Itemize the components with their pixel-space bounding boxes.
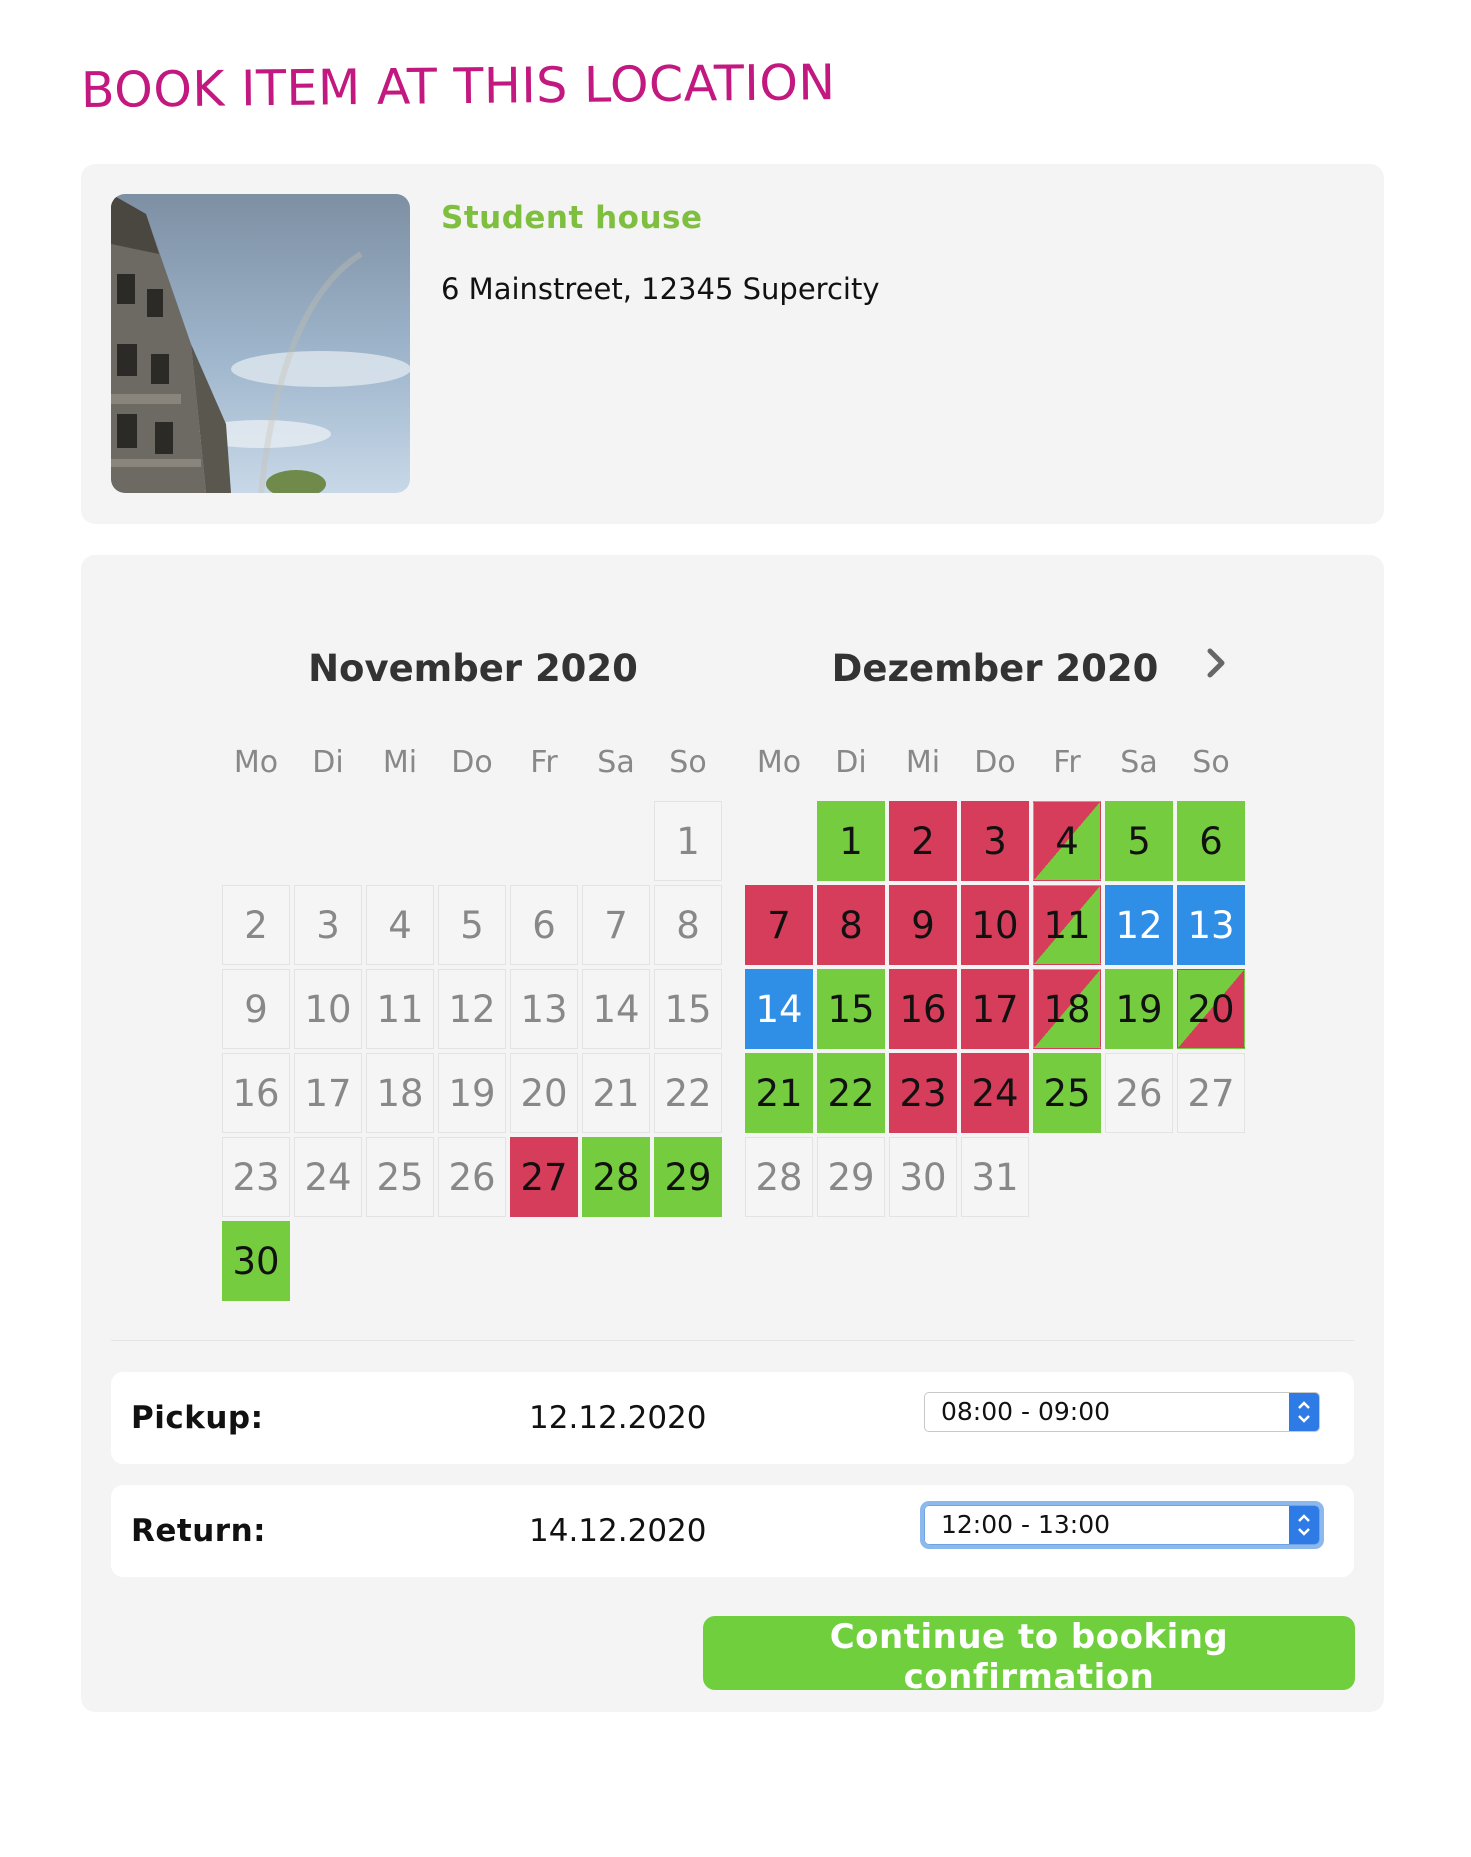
weekday-label: So [669, 745, 707, 780]
calendar-day[interactable]: 28 [582, 1137, 650, 1217]
weekday-label: So [1192, 745, 1230, 780]
month-title-november: November 2020 [308, 647, 638, 690]
calendar-day[interactable]: 20 [510, 1053, 578, 1133]
weekday-label: Fr [530, 745, 558, 780]
calendar-day[interactable]: 22 [817, 1053, 885, 1133]
calendar-day[interactable]: 28 [745, 1137, 813, 1217]
chevron-right-icon[interactable] [1196, 643, 1236, 683]
calendar-card: November 2020 Dezember 2020 Mo Di Mi Do Fr Sa… [81, 555, 1384, 1712]
calendar-day[interactable]: 19 [438, 1053, 506, 1133]
calendar-day[interactable]: 22 [654, 1053, 722, 1133]
calendar-day[interactable]: 6 [1177, 801, 1245, 881]
calendar-day[interactable]: 20 [1177, 969, 1245, 1049]
calendar-day[interactable]: 3 [961, 801, 1029, 881]
return-time-value: 12:00 - 13:00 [941, 1510, 1111, 1539]
return-label: Return: [131, 1513, 267, 1549]
calendar-day[interactable]: 18 [366, 1053, 434, 1133]
return-time-select[interactable]: 12:00 - 13:00 [920, 1501, 1324, 1549]
month-title-december: Dezember 2020 [831, 647, 1159, 690]
calendar-day[interactable]: 4 [366, 885, 434, 965]
calendar-day[interactable]: 2 [222, 885, 290, 965]
return-date: 14.12.2020 [529, 1513, 707, 1549]
calendar-day[interactable]: 14 [582, 969, 650, 1049]
select-arrows-icon [1289, 1393, 1319, 1431]
location-photo [111, 194, 410, 493]
calendar-day[interactable]: 15 [817, 969, 885, 1049]
pickup-time-select[interactable]: 08:00 - 09:00 [924, 1392, 1320, 1432]
weekday-label: Mo [233, 745, 279, 780]
calendar-day[interactable]: 8 [817, 885, 885, 965]
calendar-day[interactable]: 10 [961, 885, 1029, 965]
calendar-day[interactable]: 17 [961, 969, 1029, 1049]
calendar-day[interactable]: 4 [1033, 801, 1101, 881]
pickup-label: Pickup: [131, 1400, 264, 1436]
select-arrows-icon [1289, 1506, 1319, 1544]
page-title: BOOK ITEM AT THIS LOCATION [80, 54, 836, 119]
return-row: Return: 14.12.2020 12:00 - 13:00 [111, 1485, 1354, 1577]
calendar-day[interactable]: 2 [889, 801, 957, 881]
calendar-day[interactable]: 31 [961, 1137, 1029, 1217]
calendar-day[interactable]: 17 [294, 1053, 362, 1133]
calendar-day[interactable]: 7 [582, 885, 650, 965]
divider [111, 1340, 1354, 1341]
calendar-day[interactable]: 19 [1105, 969, 1173, 1049]
calendar-day[interactable]: 16 [889, 969, 957, 1049]
pickup-date: 12.12.2020 [529, 1400, 707, 1436]
weekday-label: Di [835, 745, 867, 780]
calendar-day[interactable]: 7 [745, 885, 813, 965]
calendar-day[interactable]: 1 [817, 801, 885, 881]
calendar-day[interactable]: 23 [889, 1053, 957, 1133]
calendar-day[interactable]: 26 [438, 1137, 506, 1217]
calendar-day[interactable]: 21 [582, 1053, 650, 1133]
calendar-day[interactable]: 12 [438, 969, 506, 1049]
calendar-day[interactable]: 27 [1177, 1053, 1245, 1133]
calendar-day[interactable]: 14 [745, 969, 813, 1049]
calendar-day[interactable]: 30 [222, 1221, 290, 1301]
calendar-day[interactable]: 16 [222, 1053, 290, 1133]
pickup-time-value: 08:00 - 09:00 [941, 1397, 1111, 1426]
weekday-label: Mo [756, 745, 802, 780]
calendar-day[interactable]: 3 [294, 885, 362, 965]
weekday-label: Do [974, 745, 1016, 780]
calendar-day[interactable]: 15 [654, 969, 722, 1049]
calendar-day[interactable]: 27 [510, 1137, 578, 1217]
calendar-day[interactable]: 18 [1033, 969, 1101, 1049]
weekday-label: Sa [1120, 745, 1158, 780]
calendar-day[interactable]: 9 [889, 885, 957, 965]
calendar-day[interactable]: 24 [294, 1137, 362, 1217]
calendar-day[interactable]: 30 [889, 1137, 957, 1217]
calendar-day[interactable]: 5 [1105, 801, 1173, 881]
weekday-label: Mi [382, 745, 418, 780]
calendar-day[interactable]: 26 [1105, 1053, 1173, 1133]
location-name[interactable]: Student house [441, 200, 703, 236]
calendar-day[interactable]: 29 [654, 1137, 722, 1217]
location-card: Student house 6 Mainstreet, 12345 Superc… [81, 164, 1384, 524]
calendar-day[interactable]: 1 [654, 801, 722, 881]
continue-button[interactable]: Continue to booking confirmation [703, 1616, 1355, 1697]
weekday-label: Fr [1053, 745, 1081, 780]
calendar-day[interactable]: 11 [366, 969, 434, 1049]
calendar-day[interactable]: 12 [1105, 885, 1173, 965]
calendar-day[interactable]: 9 [222, 969, 290, 1049]
calendar-day[interactable]: 13 [510, 969, 578, 1049]
weekday-label: Do [451, 745, 493, 780]
calendar-day[interactable]: 25 [366, 1137, 434, 1217]
pickup-row: Pickup: 12.12.2020 08:00 - 09:00 [111, 1372, 1354, 1464]
calendar-day[interactable]: 21 [745, 1053, 813, 1133]
calendar-day[interactable]: 29 [817, 1137, 885, 1217]
calendar-day[interactable]: 8 [654, 885, 722, 965]
location-address: 6 Mainstreet, 12345 Supercity [441, 272, 880, 306]
calendar-day[interactable]: 23 [222, 1137, 290, 1217]
calendar-day[interactable]: 13 [1177, 885, 1245, 965]
calendar-day[interactable]: 6 [510, 885, 578, 965]
calendar-day[interactable]: 11 [1033, 885, 1101, 965]
calendar-day[interactable]: 25 [1033, 1053, 1101, 1133]
weekday-label: Sa [597, 745, 635, 780]
weekday-label: Di [312, 745, 344, 780]
calendar-day[interactable]: 10 [294, 969, 362, 1049]
calendar-day[interactable]: 24 [961, 1053, 1029, 1133]
calendar-day[interactable]: 5 [438, 885, 506, 965]
weekday-label: Mi [905, 745, 941, 780]
